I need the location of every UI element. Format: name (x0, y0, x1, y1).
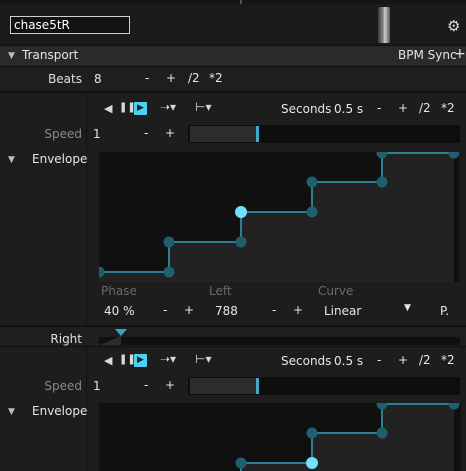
speed-value[interactable]: 1 (93, 379, 101, 393)
fader-knob[interactable] (378, 7, 390, 43)
seconds-minus-button[interactable]: - (377, 353, 381, 367)
rewind-icon[interactable]: ◀ (104, 102, 112, 115)
left-plus-button[interactable]: + (293, 303, 303, 317)
envelope-node[interactable] (235, 457, 247, 469)
seconds-mul2-button[interactable]: *2 (441, 353, 455, 367)
phase-minus-button[interactable]: - (163, 303, 167, 317)
seconds-label: Seconds (281, 354, 332, 368)
beats-div2-button[interactable]: /2 (188, 71, 200, 85)
envelope-node[interactable] (235, 236, 247, 248)
section-1-gutter (86, 93, 87, 326)
speed-slider-fill (190, 378, 256, 394)
seconds-value[interactable]: 0.5 s (334, 354, 363, 368)
beats-mul2-button[interactable]: *2 (209, 71, 223, 85)
phase-label: Phase (101, 284, 137, 298)
seconds-minus-button[interactable]: - (377, 101, 381, 115)
envelope-node[interactable] (163, 236, 175, 248)
transport-title: Transport (22, 48, 79, 62)
envelope-collapse-icon[interactable]: ▼ (8, 155, 15, 165)
right-label: Right (50, 332, 82, 346)
phase-plus-button[interactable]: + (184, 303, 194, 317)
left-label: Left (209, 284, 232, 298)
seconds-div2-button[interactable]: /2 (419, 101, 431, 115)
speed-minus-button[interactable]: - (144, 126, 148, 140)
envelope-node-selected[interactable] (235, 206, 247, 218)
phase-value[interactable]: 40 % (104, 304, 135, 318)
envelope-label: Envelope (32, 152, 88, 166)
envelope-node[interactable] (306, 206, 318, 218)
envelope-node-selected[interactable] (306, 457, 318, 469)
speed-plus-button[interactable]: + (165, 126, 175, 140)
pin-button[interactable]: P. (440, 304, 449, 318)
curve-label: Curve (318, 284, 354, 298)
name-input[interactable]: chase5tR (10, 16, 130, 34)
envelope-editor[interactable] (99, 152, 459, 282)
chevron-down-icon[interactable]: ▼ (404, 303, 411, 313)
speed-value[interactable]: 1 (93, 127, 101, 141)
curve-dropdown[interactable]: Linear (324, 304, 361, 318)
bpm-sync-button[interactable]: BPM Sync (398, 48, 457, 62)
envelope-collapse-icon[interactable]: ▼ (8, 407, 15, 417)
speed-plus-button[interactable]: + (165, 378, 175, 392)
add-button[interactable]: + (454, 46, 466, 62)
speed-label: Speed (44, 127, 82, 141)
speed-slider-handle[interactable] (256, 126, 259, 142)
seconds-value[interactable]: 0.5 s (334, 102, 363, 116)
envelope-node[interactable] (163, 266, 175, 278)
envelope-node[interactable] (306, 427, 318, 439)
seconds-label: Seconds (281, 102, 332, 116)
right-slider[interactable] (99, 337, 460, 345)
left-value[interactable]: 788 (215, 304, 238, 318)
seconds-plus-button[interactable]: + (398, 353, 408, 367)
loop-mode-icon[interactable]: ➝▾ (160, 100, 176, 114)
seconds-div2-button[interactable]: /2 (419, 353, 431, 367)
envelope-node[interactable] (376, 176, 388, 188)
divider (0, 325, 466, 327)
end-mode-icon[interactable]: ⊢▾ (195, 100, 211, 114)
play-icon[interactable]: ▶ (134, 102, 147, 115)
collapse-triangle-icon[interactable]: ▼ (8, 51, 15, 61)
loop-mode-icon[interactable]: ➝▾ (160, 352, 176, 366)
play-icon[interactable]: ▶ (134, 354, 147, 367)
speed-slider-fill (190, 126, 256, 142)
speed-label: Speed (44, 379, 82, 393)
envelope-node[interactable] (306, 176, 318, 188)
speed-minus-button[interactable]: - (144, 378, 148, 392)
envelope-node[interactable] (376, 427, 388, 439)
rewind-icon[interactable]: ◀ (104, 354, 112, 367)
beats-plus-button[interactable]: + (166, 71, 176, 85)
beats-minus-button[interactable]: - (145, 71, 149, 85)
right-slider-handle[interactable] (98, 328, 128, 346)
gear-icon[interactable]: ⚙ (447, 17, 460, 35)
speed-slider-handle[interactable] (256, 378, 259, 394)
envelope-editor[interactable] (99, 403, 461, 471)
envelope-label: Envelope (32, 404, 88, 418)
seconds-mul2-button[interactable]: *2 (441, 101, 455, 115)
left-minus-button[interactable]: - (272, 303, 276, 317)
beats-value[interactable]: 8 (94, 72, 102, 86)
seconds-plus-button[interactable]: + (398, 101, 408, 115)
end-mode-icon[interactable]: ⊢▾ (195, 352, 211, 366)
beats-label: Beats (48, 72, 82, 86)
